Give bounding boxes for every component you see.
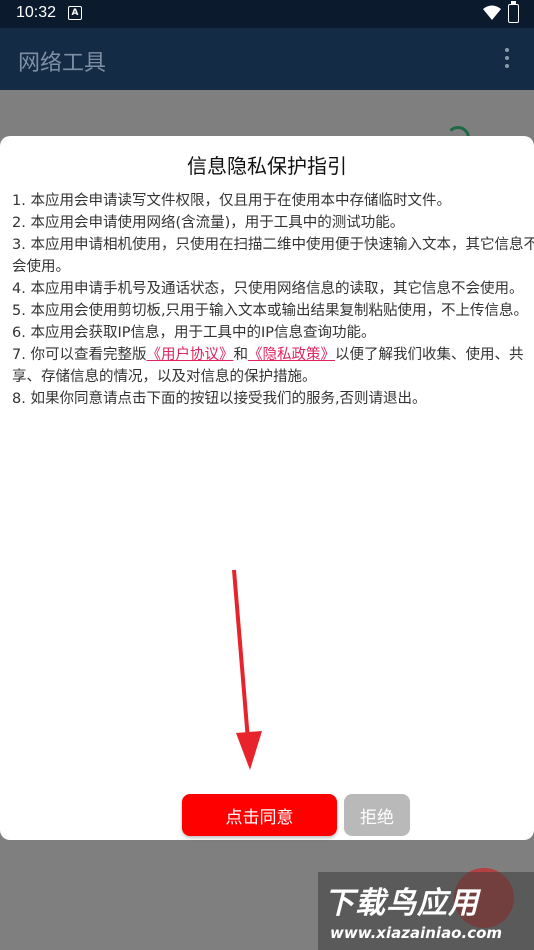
wifi-icon	[483, 5, 501, 20]
watermark-url: www.xiazainiao.com	[330, 924, 503, 942]
privacy-item: 6. 本应用会获取IP信息，用于工具中的IP信息查询功能。	[12, 325, 376, 341]
privacy-text: 1. 本应用会申请读写文件权限，仅且用于在使用本中存储临时文件。 2. 本应用会…	[12, 190, 534, 430]
notification-a-icon: A	[68, 6, 82, 20]
privacy-item: 5. 本应用会使用剪切板,只用于输入文本或输出结果复制粘贴使用，不上传信息。	[12, 303, 529, 319]
red-arrow-icon	[232, 569, 262, 770]
more-vert-icon[interactable]	[505, 48, 511, 68]
watermark-name: 下载鸟应用	[324, 886, 479, 921]
status-time: 10:32	[16, 4, 57, 21]
privacy-item: 4. 本应用申请手机号及通话状态，只使用网络信息的读取，其它信息不会使用。	[12, 281, 524, 297]
battery-icon	[508, 1, 519, 23]
privacy-item: 8. 如果你同意请点击下面的按钮以接受我们的服务,否则请退出。	[12, 391, 427, 407]
app-title: 网络工具	[18, 50, 107, 75]
agree-button[interactable]: 点击同意	[182, 794, 337, 836]
item7-prefix: 7. 你可以查看完整版	[12, 347, 147, 363]
privacy-item: 1. 本应用会申请读写文件权限，仅且用于在使用本中存储临时文件。	[12, 193, 451, 209]
dialog-title: 信息隐私保护指引	[187, 156, 347, 178]
privacy-item: 3. 本应用申请相机使用，只使用在扫描二维中使用便于快速输入文本，其它信息不会使…	[12, 237, 534, 275]
privacy-item-links: 7. 你可以查看完整版《用户协议》和《隐私政策》以便了解我们收集、使用、共享、存…	[12, 344, 534, 388]
item7-mid: 和	[233, 347, 248, 363]
watermark-logo: 下载鸟应用 www.xiazainiao.com	[318, 872, 534, 950]
reject-button[interactable]: 拒绝	[344, 794, 410, 836]
privacy-item: 2. 本应用会申请使用网络(含流量)，用于工具中的测试功能。	[12, 215, 405, 231]
user-agreement-link[interactable]: 《用户协议》	[146, 347, 233, 363]
status-bar: 10:32 A	[0, 0, 534, 28]
privacy-policy-link[interactable]: 《隐私政策》	[248, 347, 335, 363]
app-bar: 网络工具	[0, 28, 534, 90]
